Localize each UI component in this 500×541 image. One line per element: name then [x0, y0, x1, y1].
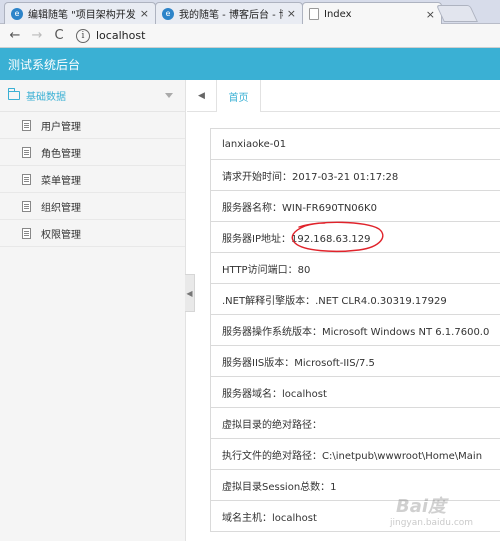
url-input[interactable]: localhost	[96, 29, 145, 42]
browser-tab-title: 我的随笔 - 博客后台 - 博	[179, 10, 283, 21]
info-row-exec-path: 执行文件的绝对路径：C:\inetpub\wwwroot\Home\Main	[210, 439, 500, 470]
app-title: 测试系统后台	[8, 57, 81, 72]
info-row-server-name: 服务器名称：WIN-FR690TN06K0	[210, 191, 500, 222]
forward-arrow-icon[interactable]: →	[28, 28, 46, 43]
info-row-dotnet-version: .NET解释引擎版本：.NET CLR4.0.30319.17929	[210, 284, 500, 315]
browser-tab-bar: e 编辑随笔 "项目架构开发 × e 我的随笔 - 博客后台 - 博 × Ind…	[0, 0, 500, 25]
info-row-server-ip: 服务器IP地址：192.168.63.129	[210, 222, 500, 253]
tab-scroll-left-button[interactable]: ◀	[187, 80, 217, 111]
cnblogs-icon: e	[11, 7, 23, 20]
sidebar-collapse-handle[interactable]: ◀	[185, 274, 195, 312]
content-tab-strip: ◀ 首页	[187, 80, 500, 112]
sidebar-group-basic-data[interactable]: 基础数据	[0, 80, 185, 112]
sidebar-item-label: 角色管理	[41, 148, 81, 160]
sidebar-item-permissions[interactable]: 权限管理	[0, 220, 185, 247]
document-icon	[22, 200, 31, 212]
document-icon	[22, 146, 31, 158]
info-row-machine: lanxiaoke-01	[210, 129, 500, 160]
info-row-iis-version: 服务器IIS版本：Microsoft-IIS/7.5	[210, 346, 500, 377]
sidebar-item-menus[interactable]: 菜单管理	[0, 166, 185, 193]
chevron-down-icon	[165, 93, 173, 98]
server-info-table: lanxiaoke-01 请求开始时间：2017-03-21 01:17:28 …	[210, 128, 500, 532]
info-row-domain-host: 域名主机：localhost	[210, 501, 500, 532]
sidebar-item-users[interactable]: 用户管理	[0, 112, 185, 139]
reload-icon[interactable]: C	[50, 28, 68, 43]
sidebar-item-organizations[interactable]: 组织管理	[0, 193, 185, 220]
new-tab-button[interactable]	[436, 5, 478, 22]
address-bar: ← → C i localhost	[0, 24, 500, 48]
folder-icon	[8, 88, 20, 100]
browser-tab-title: 编辑随笔 "项目架构开发	[28, 10, 136, 21]
sidebar-group-label: 基础数据	[26, 92, 66, 103]
info-row-request-time: 请求开始时间：2017-03-21 01:17:28	[210, 160, 500, 191]
page-icon	[309, 8, 319, 20]
back-arrow-icon[interactable]: ←	[6, 28, 24, 43]
browser-tab-edit-post[interactable]: e 编辑随笔 "项目架构开发 ×	[4, 2, 156, 24]
document-icon	[22, 173, 31, 185]
sidebar-item-label: 权限管理	[41, 229, 81, 241]
sidebar: 基础数据 用户管理 角色管理 菜单管理 组织管理 权限管理	[0, 80, 186, 541]
sidebar-item-label: 用户管理	[41, 121, 81, 133]
browser-tab-my-posts[interactable]: e 我的随笔 - 博客后台 - 博 ×	[155, 2, 303, 24]
document-icon	[22, 227, 31, 239]
info-row-http-port: HTTP访问端口：80	[210, 253, 500, 284]
info-row-virtual-path: 虚拟目录的绝对路径：	[210, 408, 500, 439]
tab-home[interactable]: 首页	[217, 80, 261, 112]
browser-tab-title: Index	[324, 8, 352, 20]
sidebar-item-label: 菜单管理	[41, 175, 81, 187]
close-icon[interactable]: ×	[426, 8, 435, 21]
info-row-session-count: 虚拟目录Session总数：1	[210, 470, 500, 501]
sidebar-item-label: 组织管理	[41, 202, 81, 214]
sidebar-item-roles[interactable]: 角色管理	[0, 139, 185, 166]
app-header: 测试系统后台	[0, 48, 500, 80]
document-icon	[22, 119, 31, 131]
close-icon[interactable]: ×	[140, 7, 149, 20]
info-icon[interactable]: i	[76, 28, 90, 43]
info-row-os-version: 服务器操作系统版本：Microsoft Windows NT 6.1.7600.…	[210, 315, 500, 346]
info-row-server-domain: 服务器域名：localhost	[210, 377, 500, 408]
browser-tab-index[interactable]: Index ×	[302, 2, 442, 25]
close-icon[interactable]: ×	[287, 7, 296, 20]
cnblogs-icon: e	[162, 7, 174, 20]
